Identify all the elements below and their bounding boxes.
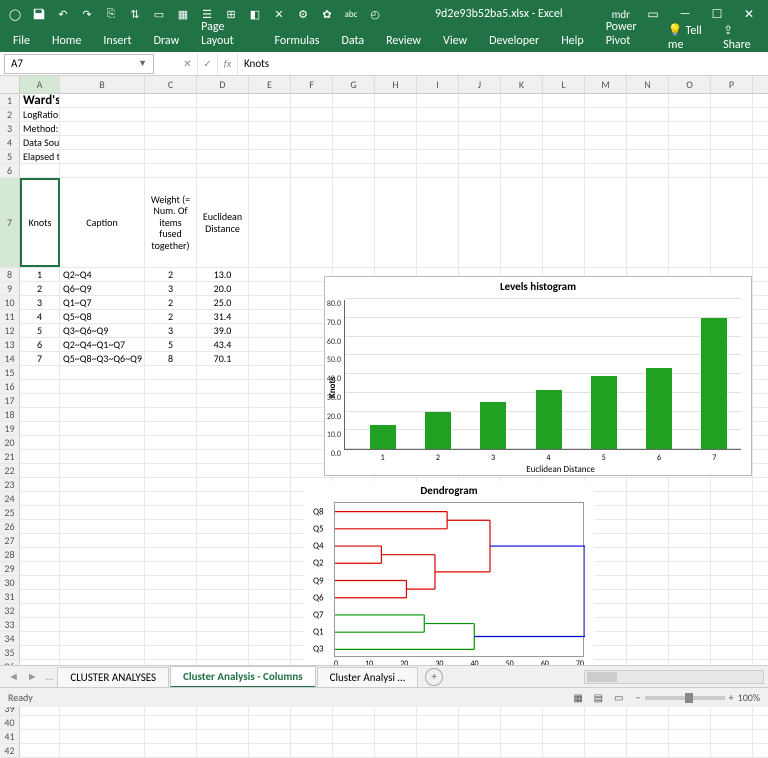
add-sheet-button[interactable]: + bbox=[425, 668, 443, 686]
col-header[interactable]: P bbox=[711, 76, 753, 93]
tab-file[interactable]: File bbox=[2, 30, 41, 52]
col-header[interactable]: B bbox=[60, 76, 145, 93]
ribbon-tabs: File Home Insert Draw Page Layout Formul… bbox=[0, 28, 768, 52]
formula-input[interactable]: Knots bbox=[238, 57, 768, 70]
tell-me[interactable]: 💡 Tell me bbox=[668, 23, 713, 52]
window-title: 9d2e93b52ba5.xlsx - Excel bbox=[386, 7, 612, 21]
qat-icon[interactable]: ⎘ bbox=[100, 3, 122, 25]
view-buttons: ▦ ▤ ▭ bbox=[569, 690, 628, 705]
tab-review[interactable]: Review bbox=[375, 30, 432, 52]
share-button[interactable]: ⇪ Share bbox=[723, 23, 758, 52]
zoom-level[interactable]: 100% bbox=[738, 691, 760, 704]
dendrogram-chart[interactable]: Dendrogram Q8Q5Q4Q2Q9Q6Q7Q1Q3 0102030405… bbox=[304, 481, 594, 671]
tab-data[interactable]: Data bbox=[330, 30, 375, 52]
chart-plot-area: 0.010.020.030.040.050.060.070.080.012345… bbox=[344, 300, 741, 450]
qat-icon[interactable]: abc bbox=[340, 3, 362, 25]
col-header[interactable]: N bbox=[627, 76, 669, 93]
tab-home[interactable]: Home bbox=[41, 30, 92, 52]
redo-button[interactable]: ↷ bbox=[76, 3, 98, 25]
name-box-value: A7 bbox=[11, 57, 23, 70]
col-header[interactable]: I bbox=[417, 76, 459, 93]
col-header[interactable]: M bbox=[585, 76, 627, 93]
name-box[interactable]: A7 ▼ bbox=[4, 54, 154, 74]
sheet-nav-more[interactable]: … bbox=[42, 670, 58, 683]
fx-icon[interactable]: fx bbox=[218, 54, 238, 74]
page-layout-icon[interactable]: ▤ bbox=[589, 690, 607, 705]
col-header[interactable]: F bbox=[291, 76, 333, 93]
chart-title: Dendrogram bbox=[304, 481, 594, 500]
status-bar: Ready ▦ ▤ ▭ − + 100% bbox=[0, 687, 768, 707]
qat-icon[interactable]: ✕ bbox=[268, 3, 290, 25]
sheet-tab[interactable]: Cluster Analysis - Columns bbox=[170, 666, 316, 688]
qat-icon[interactable]: ⇅ bbox=[124, 3, 146, 25]
horizontal-scrollbar[interactable] bbox=[584, 670, 764, 684]
col-header[interactable]: L bbox=[543, 76, 585, 93]
qat-icon[interactable]: ⚙ bbox=[292, 3, 314, 25]
tab-formulas[interactable]: Formulas bbox=[264, 30, 331, 52]
sheet-nav-prev[interactable]: ◄ bbox=[4, 670, 23, 683]
col-header[interactable]: A bbox=[20, 76, 60, 93]
tab-page-layout[interactable]: Page Layout bbox=[190, 16, 263, 52]
cancel-icon[interactable]: ✕ bbox=[178, 54, 198, 74]
save-button[interactable] bbox=[28, 3, 50, 25]
tab-powerpivot[interactable]: Power Pivot bbox=[595, 16, 668, 52]
undo-button[interactable]: ↶ bbox=[52, 3, 74, 25]
tab-developer[interactable]: Developer bbox=[478, 30, 550, 52]
spreadsheet-grid[interactable]: A B C D E F G H I J K L M N O P 1Ward's … bbox=[0, 76, 768, 758]
tab-draw[interactable]: Draw bbox=[143, 30, 191, 52]
chevron-down-icon[interactable]: ▼ bbox=[138, 58, 147, 69]
col-header[interactable]: D bbox=[197, 76, 249, 93]
formula-bar: A7 ▼ ✕ ✓ fx Knots bbox=[0, 52, 768, 76]
tab-help[interactable]: Help bbox=[550, 30, 595, 52]
qat-icon[interactable]: ▭ bbox=[148, 3, 170, 25]
bar-chart[interactable]: Levels histogram Knots 0.010.020.030.040… bbox=[324, 276, 752, 476]
qat-icon[interactable]: ✿ bbox=[316, 3, 338, 25]
zoom-slider[interactable] bbox=[645, 696, 725, 700]
zoom-controls: − + 100% bbox=[636, 691, 760, 704]
col-header[interactable]: E bbox=[249, 76, 291, 93]
autosave-toggle[interactable]: ◯ bbox=[4, 3, 26, 25]
tab-view[interactable]: View bbox=[432, 30, 478, 52]
sheet-tab-bar: ◄ ► … CLUSTER ANALYSES Cluster Analysis … bbox=[0, 665, 768, 687]
zoom-in-button[interactable]: + bbox=[729, 691, 734, 704]
zoom-out-button[interactable]: − bbox=[636, 691, 641, 704]
column-headers: A B C D E F G H I J K L M N O P bbox=[0, 76, 768, 94]
sheet-nav-next[interactable]: ► bbox=[23, 670, 42, 683]
qat-icon[interactable]: ◴ bbox=[364, 3, 386, 25]
status-text: Ready bbox=[8, 691, 33, 704]
col-header[interactable]: K bbox=[501, 76, 543, 93]
select-all-corner[interactable] bbox=[0, 76, 20, 93]
chart-plot-area: Q8Q5Q4Q2Q9Q6Q7Q1Q3 bbox=[334, 502, 584, 657]
chart-title: Levels histogram bbox=[325, 277, 751, 296]
sheet-tab[interactable]: CLUSTER ANALYSES bbox=[57, 667, 169, 687]
col-header[interactable]: C bbox=[145, 76, 197, 93]
sheet-tab[interactable]: Cluster Analysi … bbox=[317, 667, 418, 687]
col-header[interactable]: J bbox=[459, 76, 501, 93]
page-break-icon[interactable]: ▭ bbox=[610, 690, 628, 705]
accept-icon[interactable]: ✓ bbox=[198, 54, 218, 74]
formula-buttons: ✕ ✓ fx bbox=[178, 54, 238, 74]
col-header[interactable]: O bbox=[669, 76, 711, 93]
tab-insert[interactable]: Insert bbox=[92, 30, 142, 52]
normal-view-icon[interactable]: ▦ bbox=[569, 690, 587, 705]
col-header[interactable]: H bbox=[375, 76, 417, 93]
col-header[interactable]: G bbox=[333, 76, 375, 93]
